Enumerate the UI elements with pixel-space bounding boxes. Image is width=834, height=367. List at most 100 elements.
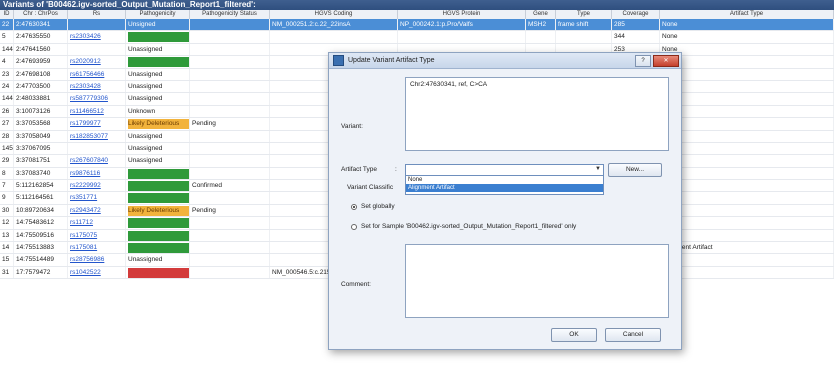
- pathogenicity-badge: Unassigned: [128, 132, 163, 140]
- rs-link[interactable]: rs11712: [68, 217, 126, 229]
- pathogenicity-cell: Benign: [126, 229, 190, 242]
- pathogenicity-badge: Benign: [128, 193, 189, 204]
- table-cell: 3:37067095: [14, 142, 68, 155]
- table-cell: None: [660, 217, 834, 229]
- table-cell: [190, 242, 270, 254]
- col-artifact-type[interactable]: Artifact Type: [660, 10, 834, 19]
- table-cell: [190, 217, 270, 229]
- table-cell: 26: [0, 105, 14, 118]
- pathogenicity-badge: Unassigned: [128, 144, 163, 152]
- rs-link[interactable]: rs11466512: [68, 105, 126, 118]
- table-cell: None: [660, 180, 834, 192]
- table-cell: NM_000251.2:c.22_22insA: [270, 19, 398, 31]
- ok-button[interactable]: OK: [551, 328, 597, 342]
- pathogenicity-cell: Unassigned: [126, 43, 190, 56]
- col-id[interactable]: ID: [0, 10, 14, 19]
- pathogenicity-cell: Benign: [126, 242, 190, 254]
- table-row[interactable]: 22 2:47630341 Unsigned NM_000251.2:c.22_22i…: [0, 19, 834, 32]
- chevron-down-icon[interactable]: ▼: [595, 166, 601, 172]
- close-button[interactable]: ✕: [653, 54, 679, 67]
- table-cell: NP_000242.1:p.Pro/Valfs: [398, 19, 526, 31]
- pathogenicity-badge: Likely Deleterious: [128, 205, 189, 216]
- set-sample-radio[interactable]: [351, 224, 357, 230]
- table-cell: frame shift: [556, 19, 612, 31]
- table-cell: 14:75513883: [14, 242, 68, 254]
- table-cell: [190, 80, 270, 93]
- pathogenicity-cell: Benign: [126, 167, 190, 180]
- rs-link[interactable]: rs2943472: [68, 204, 126, 217]
- rs-link[interactable]: rs1799977: [68, 118, 126, 130]
- pathogenicity-badge: Benign: [128, 230, 189, 241]
- rs-link[interactable]: rs9876116: [68, 167, 126, 180]
- rs-link[interactable]: rs2303428: [68, 80, 126, 93]
- table-row[interactable]: 5 2:47635550 rs2303426 Benign 344 None: [0, 31, 834, 44]
- table-cell: 3:37053568: [14, 118, 68, 130]
- table-cell: [556, 31, 612, 43]
- table-cell: 9: [0, 192, 14, 204]
- table-cell: 31: [0, 266, 14, 279]
- table-cell: None: [660, 192, 834, 204]
- col-gene[interactable]: Gene: [526, 10, 556, 19]
- col-pathogenicity[interactable]: Pathogenicity: [126, 10, 190, 19]
- rs-link[interactable]: rs1042522: [68, 266, 126, 279]
- cancel-button[interactable]: Cancel: [605, 328, 661, 342]
- option-none[interactable]: None: [406, 176, 603, 184]
- table-cell: 2:47635550: [14, 31, 68, 43]
- rs-link[interactable]: rs61756466: [68, 68, 126, 80]
- rs-link[interactable]: rs2020912: [68, 56, 126, 68]
- table-cell: Alignment Artifact: [660, 242, 834, 254]
- table-cell: 2:47641560: [14, 43, 68, 56]
- col-rs[interactable]: Rs: [68, 10, 126, 19]
- table-cell: 2:47630341: [14, 19, 68, 31]
- option-alignment-artifact[interactable]: Alignment Artifact: [406, 184, 603, 192]
- table-cell: [398, 31, 526, 43]
- pathogenicity-badge: Unassigned: [128, 45, 163, 53]
- pathogenicity-cell: Likely Deleterious: [126, 204, 190, 217]
- col-pathogenicity-status[interactable]: Pathogenicity Status: [190, 10, 270, 19]
- col-chr-pos[interactable]: Chr : ChrPos: [14, 10, 68, 19]
- dialog-titlebar: Update Variant Artifact Type ? ✕: [329, 53, 681, 69]
- table-cell: 8: [0, 167, 14, 180]
- col-hgvs-protein[interactable]: HGVS Protein: [398, 10, 526, 19]
- rs-link[interactable]: [68, 43, 126, 56]
- table-cell: 1457: [0, 142, 14, 155]
- table-cell: None: [660, 229, 834, 242]
- table-cell: [190, 19, 270, 31]
- set-globally-radio[interactable]: [351, 204, 357, 210]
- pathogenicity-cell: Unassigned: [126, 155, 190, 167]
- table-cell: [190, 155, 270, 167]
- table-cell: 14:75514489: [14, 254, 68, 266]
- app-icon: [333, 55, 344, 66]
- table-cell: MSH2: [526, 19, 556, 31]
- col-type[interactable]: Type: [556, 10, 612, 19]
- col-coverage[interactable]: Coverage: [612, 10, 660, 19]
- pathogenicity-badge: Benign: [128, 243, 189, 254]
- variant-textbox[interactable]: Chr2:47630341, ref, C>CA: [405, 77, 669, 151]
- help-button[interactable]: ?: [635, 54, 651, 67]
- rs-link[interactable]: rs2229992: [68, 180, 126, 192]
- rs-link[interactable]: rs2303426: [68, 31, 126, 43]
- col-hgvs-coding[interactable]: HGVS Coding: [270, 10, 398, 19]
- rs-link[interactable]: rs587779306: [68, 93, 126, 105]
- rs-link[interactable]: rs267607840: [68, 155, 126, 167]
- rs-link[interactable]: [68, 142, 126, 155]
- pathogenicity-badge: Unassigned: [128, 70, 163, 78]
- rs-link[interactable]: [68, 19, 126, 31]
- comment-textbox[interactable]: [405, 244, 669, 318]
- new-artifact-button[interactable]: New...: [608, 163, 662, 177]
- table-cell: 2:47698108: [14, 68, 68, 80]
- rs-link[interactable]: rs351771: [68, 192, 126, 204]
- rs-link[interactable]: rs175075: [68, 229, 126, 242]
- table-cell: 12: [0, 217, 14, 229]
- pathogenicity-badge: Unassigned: [128, 157, 163, 165]
- table-cell: None: [660, 118, 834, 130]
- pathogenicity-cell: Unassigned: [126, 142, 190, 155]
- rs-link[interactable]: rs175081: [68, 242, 126, 254]
- rs-link[interactable]: rs28756986: [68, 254, 126, 266]
- rs-link[interactable]: rs182853077: [68, 130, 126, 142]
- table-cell: 27: [0, 118, 14, 130]
- table-cell: Confirmed: [190, 180, 270, 192]
- pathogenicity-badge: Benign: [128, 57, 189, 68]
- table-cell: [190, 254, 270, 266]
- pathogenicity-badge: Benign: [128, 168, 189, 179]
